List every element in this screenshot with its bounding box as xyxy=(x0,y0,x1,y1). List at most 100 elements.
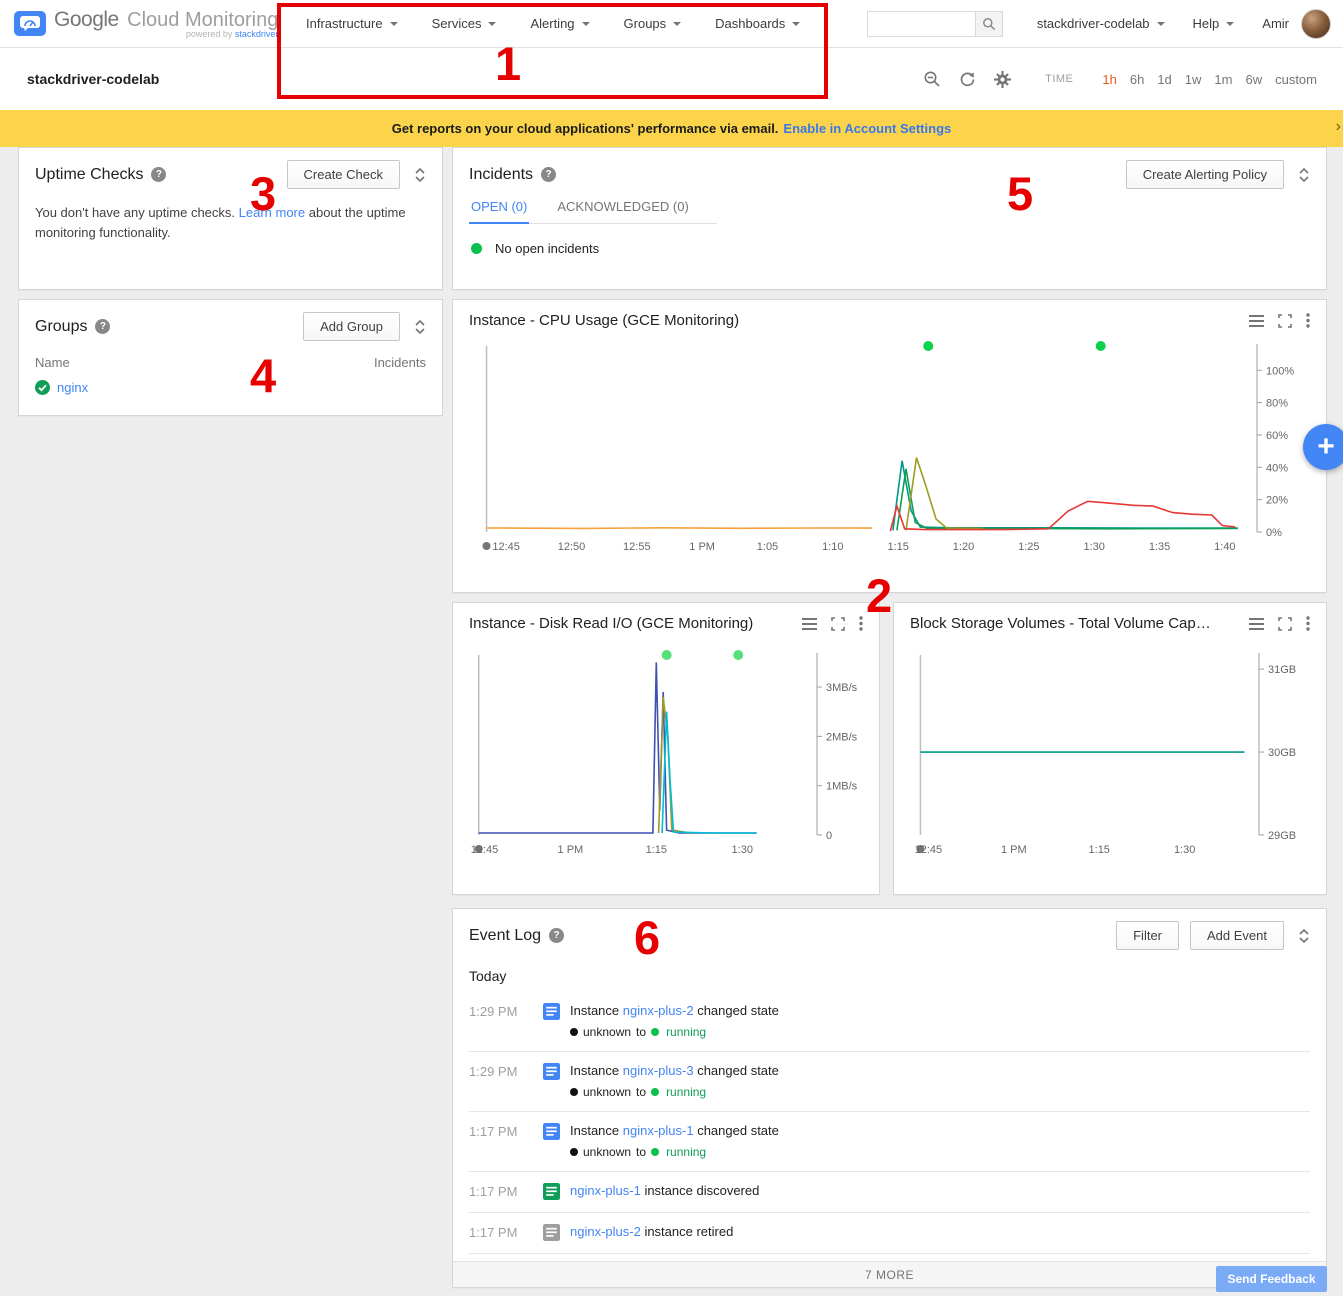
group-nginx-link[interactable]: nginx xyxy=(57,380,88,395)
instance-link[interactable]: nginx-plus-2 xyxy=(570,1224,641,1239)
event-log-title: Event Log ? xyxy=(469,927,564,945)
svg-text:40%: 40% xyxy=(1266,462,1288,474)
incidents-card: Incidents ? Create Alerting Policy OPEN … xyxy=(452,147,1327,290)
time-range-6h[interactable]: 6h xyxy=(1130,72,1144,87)
main-nav: Infrastructure Services Alerting Groups … xyxy=(306,16,834,31)
svg-text:20%: 20% xyxy=(1266,495,1288,507)
event-state-detail: unknowntorunning xyxy=(570,1085,779,1099)
add-group-button[interactable]: Add Group xyxy=(303,312,400,341)
search-input[interactable] xyxy=(868,12,975,36)
time-label: TIME xyxy=(1045,73,1073,85)
help-icon[interactable]: ? xyxy=(549,928,564,943)
banner-chevron-icon[interactable]: › xyxy=(1336,118,1341,136)
add-chart-fab[interactable]: + xyxy=(1303,424,1343,470)
more-events-button[interactable]: 7 MORE xyxy=(453,1261,1326,1287)
help-icon[interactable]: ? xyxy=(95,319,110,334)
event-row: 1:17 PM Instance nginx-plus-1 changed st… xyxy=(469,1112,1310,1172)
chevron-down-icon xyxy=(488,22,496,26)
add-event-button[interactable]: Add Event xyxy=(1190,921,1284,950)
legend-icon[interactable] xyxy=(1249,315,1264,327)
refresh-icon[interactable] xyxy=(959,71,976,88)
state-from: unknown xyxy=(583,1145,631,1159)
disk-read-chart-card: Instance - Disk Read I/O (GCE Monitoring… xyxy=(452,602,880,895)
nav-groups[interactable]: Groups xyxy=(624,16,682,31)
event-state-change-icon xyxy=(543,1003,560,1020)
group-row[interactable]: nginx xyxy=(19,374,442,401)
legend-icon[interactable] xyxy=(802,618,817,630)
svg-text:1:15: 1:15 xyxy=(887,541,908,553)
more-options-icon[interactable] xyxy=(1306,313,1310,328)
brand-product: Cloud Monitoring xyxy=(127,9,278,31)
time-range-1d[interactable]: 1d xyxy=(1157,72,1171,87)
disk-chart-title: Instance - Disk Read I/O (GCE Monitoring… xyxy=(469,615,753,632)
event-state-detail: unknowntorunning xyxy=(570,1145,779,1159)
time-range-6w[interactable]: 6w xyxy=(1245,72,1262,87)
collapse-icon[interactable] xyxy=(414,167,426,183)
create-alerting-policy-button[interactable]: Create Alerting Policy xyxy=(1126,160,1284,189)
help-menu[interactable]: Help xyxy=(1193,16,1235,31)
state-unknown-dot xyxy=(570,1148,578,1156)
zoom-out-icon[interactable] xyxy=(923,70,941,88)
legend-icon[interactable] xyxy=(1249,618,1264,630)
user-name[interactable]: Amir xyxy=(1262,16,1289,31)
svg-text:1MB/s: 1MB/s xyxy=(826,781,858,793)
event-row: 1:29 PM Instance nginx-plus-2 changed st… xyxy=(469,992,1310,1052)
page: Google Cloud Monitoring powered by stack… xyxy=(0,0,1343,1296)
learn-more-link[interactable]: Learn more xyxy=(239,205,305,220)
breadcrumb: stackdriver-codelab xyxy=(27,71,159,87)
instance-link[interactable]: nginx-plus-1 xyxy=(570,1183,641,1198)
tab-open[interactable]: OPEN (0) xyxy=(469,199,529,224)
filter-button[interactable]: Filter xyxy=(1116,921,1179,950)
event-row: 1:17 PM nginx-plus-1 instance discovered xyxy=(469,1172,1310,1213)
banner-settings-link[interactable]: Enable in Account Settings xyxy=(783,121,951,136)
settings-gear-icon[interactable] xyxy=(994,71,1011,88)
block-chart-title: Block Storage Volumes - Total Volume Cap… xyxy=(910,615,1211,632)
chevron-down-icon xyxy=(390,22,398,26)
create-check-button[interactable]: Create Check xyxy=(287,160,400,189)
nav-dashboards[interactable]: Dashboards xyxy=(715,16,800,31)
event-time: 1:17 PM xyxy=(469,1224,543,1240)
instance-link[interactable]: nginx-plus-3 xyxy=(623,1063,694,1078)
cpu-usage-chart-card: Instance - CPU Usage (GCE Monitoring) 0%… xyxy=(452,299,1327,593)
svg-text:30GB: 30GB xyxy=(1268,747,1296,759)
chevron-down-icon xyxy=(792,22,800,26)
search-icon[interactable] xyxy=(975,12,1002,36)
brand[interactable]: Google Cloud Monitoring powered by stack… xyxy=(14,8,280,39)
chevron-down-icon xyxy=(1226,22,1234,26)
collapse-icon[interactable] xyxy=(1298,167,1310,183)
more-options-icon[interactable] xyxy=(1306,616,1310,631)
nav-services[interactable]: Services xyxy=(432,16,497,31)
collapse-icon[interactable] xyxy=(414,319,426,335)
instance-link[interactable]: nginx-plus-1 xyxy=(623,1123,694,1138)
event-log-section-today: Today xyxy=(453,958,1326,992)
time-range-1m[interactable]: 1m xyxy=(1214,72,1232,87)
help-icon[interactable]: ? xyxy=(541,167,556,182)
fullscreen-icon[interactable] xyxy=(1278,314,1292,328)
fullscreen-icon[interactable] xyxy=(831,617,845,631)
collapse-icon[interactable] xyxy=(1298,928,1310,944)
incidents-title: Incidents ? xyxy=(469,166,556,184)
fullscreen-icon[interactable] xyxy=(1278,617,1292,631)
groups-column-headers: Name Incidents xyxy=(19,349,442,374)
uptime-title-text: Uptime Checks xyxy=(35,166,143,184)
avatar[interactable] xyxy=(1301,9,1331,39)
send-feedback-button[interactable]: Send Feedback xyxy=(1216,1266,1327,1292)
svg-text:2MB/s: 2MB/s xyxy=(826,731,858,743)
nav-infrastructure[interactable]: Infrastructure xyxy=(306,16,398,31)
time-range-1w[interactable]: 1w xyxy=(1185,72,1202,87)
disk-read-chart: 01MB/s2MB/s3MB/s12:451 PM1:151:30 xyxy=(454,647,880,894)
more-options-icon[interactable] xyxy=(859,616,863,631)
event-log-card: Event Log ? Filter Add Event Today 1:29 … xyxy=(452,908,1327,1288)
help-icon[interactable]: ? xyxy=(151,167,166,182)
event-log-title-text: Event Log xyxy=(469,927,541,945)
time-range-custom[interactable]: custom xyxy=(1275,72,1317,87)
instance-link[interactable]: nginx-plus-2 xyxy=(623,1003,694,1018)
time-range-1h[interactable]: 1h xyxy=(1102,72,1116,87)
cpu-chart-title: Instance - CPU Usage (GCE Monitoring) xyxy=(469,312,739,329)
tab-acknowledged[interactable]: ACKNOWLEDGED (0) xyxy=(555,199,690,223)
project-selector[interactable]: stackdriver-codelab xyxy=(1037,16,1165,31)
cloud-monitoring-logo-icon xyxy=(14,11,46,36)
block-storage-chart: 29GB30GB31GB12:451 PM1:151:30 xyxy=(895,647,1327,894)
nav-alerting[interactable]: Alerting xyxy=(530,16,589,31)
state-to: running xyxy=(666,1145,706,1159)
